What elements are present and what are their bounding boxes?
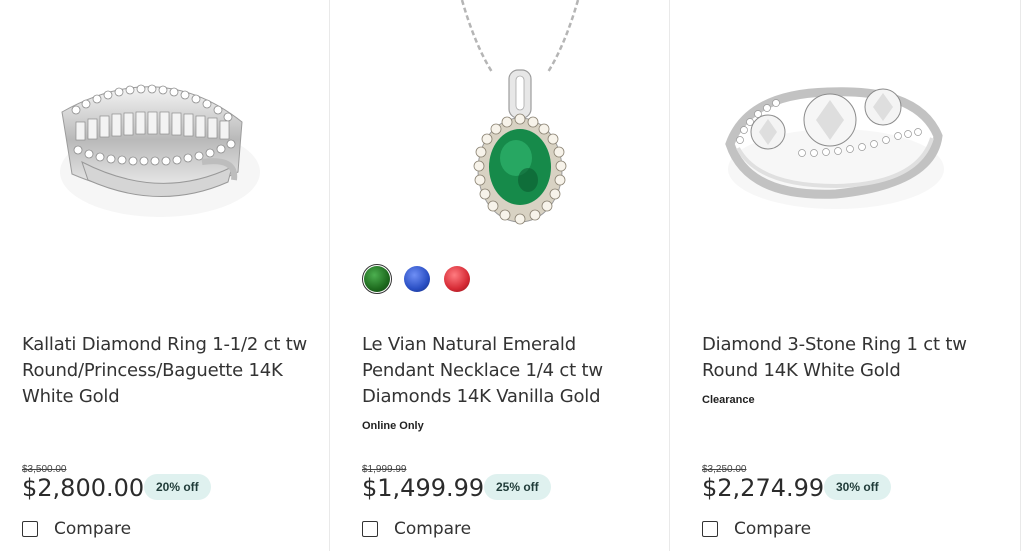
online-only-tag: Online Only [362, 420, 424, 432]
product-image[interactable] [670, 0, 1020, 260]
ring-icon [725, 87, 944, 209]
product-grid: Kallati Diamond Ring 1-1/2 ct tw Round/P… [0, 0, 1021, 551]
compare-label: Compare [54, 519, 132, 539]
sale-price: $2,800.00 [22, 474, 145, 502]
compare-toggle[interactable]: Compare [362, 519, 471, 539]
compare-checkbox[interactable] [702, 521, 718, 537]
compare-checkbox[interactable] [22, 521, 38, 537]
product-card[interactable]: Le Vian Natural Emerald Pendant Necklace… [330, 0, 670, 551]
compare-toggle[interactable]: Compare [22, 519, 131, 539]
product-title[interactable]: Le Vian Natural Emerald Pendant Necklace… [362, 332, 652, 410]
discount-badge: 30% off [824, 474, 891, 500]
product-card[interactable]: Diamond 3-Stone Ring 1 ct tw Round 14K W… [670, 0, 1021, 551]
swatch-sapphire[interactable] [402, 264, 432, 294]
compare-label: Compare [734, 519, 812, 539]
swatch-ruby[interactable] [442, 264, 472, 294]
discount-badge: 25% off [484, 474, 551, 500]
sale-price: $2,274.99 [702, 474, 825, 502]
compare-toggle[interactable]: Compare [702, 519, 811, 539]
product-image[interactable] [0, 0, 329, 260]
clearance-tag: Clearance [702, 394, 755, 406]
compare-checkbox[interactable] [362, 521, 378, 537]
pendant-necklace-icon [460, 0, 580, 225]
product-image[interactable] [330, 0, 669, 260]
compare-label: Compare [394, 519, 472, 539]
product-title[interactable]: Kallati Diamond Ring 1-1/2 ct tw Round/P… [22, 332, 312, 410]
swatch-emerald[interactable] [362, 264, 392, 294]
sale-price: $1,499.99 [362, 474, 485, 502]
discount-badge: 20% off [144, 474, 211, 500]
color-swatches [362, 264, 472, 294]
product-card[interactable]: Kallati Diamond Ring 1-1/2 ct tw Round/P… [0, 0, 330, 551]
product-title[interactable]: Diamond 3-Stone Ring 1 ct tw Round 14K W… [702, 332, 992, 384]
ring-icon [60, 84, 260, 217]
